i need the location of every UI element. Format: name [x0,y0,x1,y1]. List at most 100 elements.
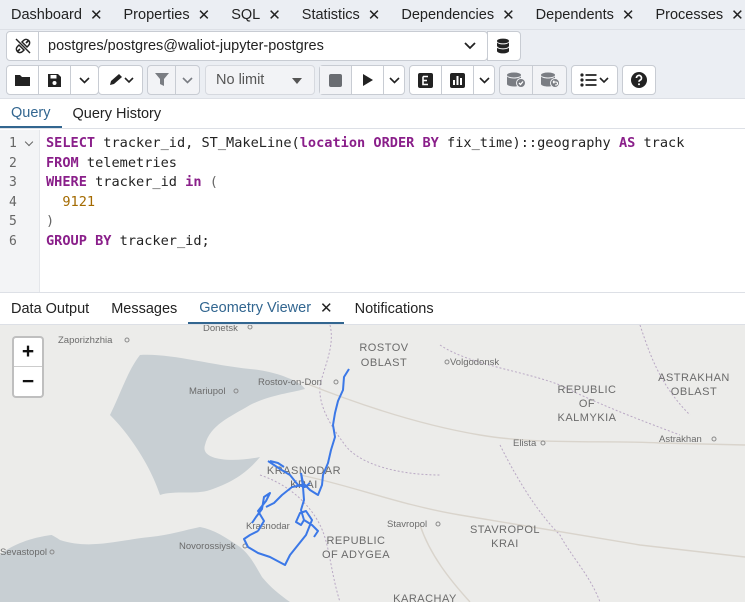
filter-group [147,65,200,95]
tab-data-output[interactable]: Data Output [0,293,100,324]
query-toolbar: No limit [0,63,745,99]
list-icon [579,73,609,87]
sql-keyword: AS [618,135,636,151]
sql-keyword: SELECT [46,135,96,151]
sql-text: ( [201,174,218,191]
code-line: GROUP BY tracker_id; [46,232,210,252]
tab-label: Processes [655,7,724,23]
chevron-down-icon [182,76,193,84]
region-label: KRAI [491,538,519,550]
stop-button[interactable] [320,66,352,94]
tab-geometry-viewer[interactable]: Geometry Viewer ✕ [188,293,344,324]
new-connection-button[interactable] [487,31,521,61]
code-line: ) [46,212,54,232]
chevron-down-icon[interactable] [453,42,487,50]
region-label: ASTRAKHAN [658,372,730,384]
tab-dependents[interactable]: Dependents ✕ [525,1,645,29]
zoom-out-button[interactable]: − [14,367,42,396]
sql-text: telemetries [78,154,177,171]
pen-icon [109,74,134,85]
line-gutter: 1 2 3 4 5 6 [0,130,40,292]
close-icon[interactable]: ✕ [731,8,744,23]
close-icon[interactable]: ✕ [622,8,635,23]
line-number: 4 [9,194,17,210]
explain-group [409,65,495,95]
explain-icon [418,72,433,88]
filter-button[interactable] [148,66,176,94]
chevron-down-icon [478,76,490,84]
close-icon[interactable]: ✕ [268,8,281,23]
zoom-in-button[interactable]: + [14,338,42,367]
commit-button[interactable] [500,66,533,94]
disconnected-plug-icon[interactable] [7,32,39,60]
connection-label: postgres/postgres@waliot-jupyter-postgre… [48,38,324,54]
city-label: Volgodonsk [450,357,499,368]
caret-down-icon [292,78,302,84]
tab-processes[interactable]: Processes ✕ [644,1,745,29]
filter-icon [154,73,169,86]
help-button[interactable] [623,66,655,94]
close-icon[interactable]: ✕ [198,8,211,23]
map-canvas[interactable]: Donetsk Zaporizhzhia Mariupol Rostov-on-… [0,325,745,602]
tab-label: Statistics [301,7,360,23]
close-icon[interactable]: ✕ [320,299,333,317]
city-label: Rostov-on-Don [258,377,322,388]
chart-icon [450,72,465,88]
edit-button[interactable] [99,66,142,94]
region-label: ROSTOV [359,342,408,354]
save-options-dropdown[interactable] [71,66,98,94]
explain-options-dropdown[interactable] [474,66,494,94]
line-number: 5 [9,214,17,230]
play-icon [362,74,373,86]
filter-dropdown[interactable] [176,66,199,94]
close-icon[interactable]: ✕ [502,8,515,23]
help-group[interactable] [622,65,656,95]
help-icon [631,72,647,88]
city-label: Stavropol [387,519,427,530]
open-file-button[interactable] [7,66,39,94]
sql-keyword: FROM [46,154,79,171]
sql-text: track [635,135,685,151]
tab-messages[interactable]: Messages [100,293,188,324]
sql-editor[interactable]: 1 2 3 4 5 6 SELECT tracker_id, ST_MakeLi… [0,130,745,292]
line-number: 6 [9,234,17,249]
sql-keyword: WHERE [46,174,87,191]
city-label: Elista [513,438,537,449]
database-undo-icon [540,72,560,88]
city-label: Sevastopol [0,547,47,558]
region-label: OBLAST [361,357,407,369]
zoom-control: + − [12,336,44,398]
tab-properties[interactable]: Properties ✕ [113,1,221,29]
macros-group[interactable] [571,65,618,95]
tab-notifications[interactable]: Notifications [344,293,445,324]
sql-text: fix_time)::geography [438,135,619,151]
sql-keyword: ORDER BY [373,135,439,151]
close-icon[interactable]: ✕ [368,8,381,23]
edit-group[interactable] [98,65,143,95]
region-label: OF [579,398,595,410]
code-line: SELECT tracker_id, ST_MakeLine(location … [46,134,684,154]
close-icon[interactable]: ✕ [90,8,103,23]
fold-chevron-icon[interactable] [24,137,34,147]
explain-analyze-button[interactable] [442,66,474,94]
tab-query[interactable]: Query [0,99,62,128]
execute-options-dropdown[interactable] [384,66,404,94]
tab-label: Dashboard [11,7,82,23]
code-line: FROM telemetries [46,154,177,174]
explain-button[interactable] [410,66,442,94]
tab-dependencies[interactable]: Dependencies ✕ [390,1,524,29]
rollback-button[interactable] [533,66,566,94]
file-group [6,65,99,95]
transaction-group [499,65,567,95]
connection-select[interactable]: postgres/postgres@waliot-jupyter-postgre… [6,31,488,61]
sql-text: tracker_id [86,174,186,191]
geometry-map[interactable]: Donetsk Zaporizhzhia Mariupol Rostov-on-… [0,325,745,602]
save-file-button[interactable] [39,66,71,94]
row-limit-select[interactable]: No limit [205,65,315,95]
macros-button[interactable] [572,66,617,94]
tab-query-history[interactable]: Query History [62,99,173,128]
tab-statistics[interactable]: Statistics ✕ [291,1,391,29]
tab-dashboard[interactable]: Dashboard ✕ [0,1,113,29]
execute-button[interactable] [352,66,384,94]
tab-sql[interactable]: SQL ✕ [220,1,291,29]
